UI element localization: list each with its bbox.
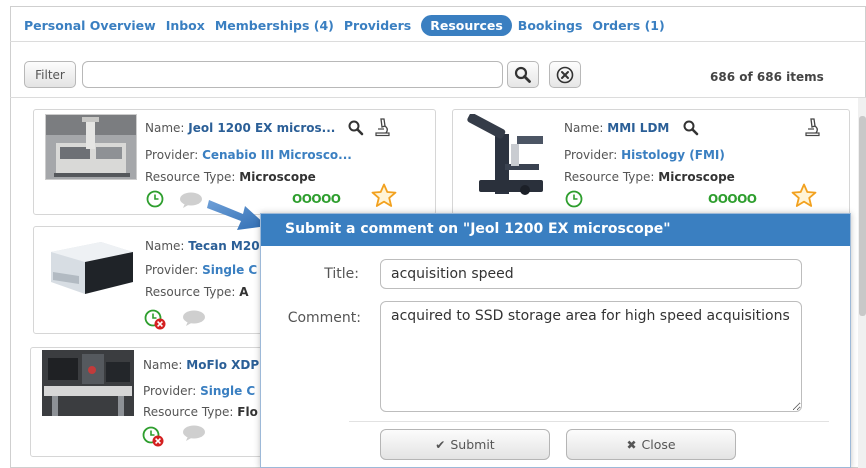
microscope-icon[interactable] (373, 117, 391, 137)
resource-name-link[interactable]: Jeol 1200 EX micros... (188, 121, 335, 135)
resource-name-field: Name: Tecan M20 (145, 239, 260, 253)
resource-name-field: Name: MMI LDM (564, 121, 670, 135)
search-icon[interactable] (683, 120, 699, 136)
resource-name-link[interactable]: MoFlo XDP (186, 358, 259, 372)
search-button[interactable] (507, 61, 539, 88)
microscope-photo (46, 115, 136, 179)
tab-memberships[interactable]: Memberships (4) (215, 15, 334, 36)
rating-dots[interactable]: OOOOO (708, 192, 757, 206)
tab-providers[interactable]: Providers (344, 15, 411, 36)
unavailable-clock-icon[interactable] (142, 426, 166, 448)
resource-name-link[interactable]: Tecan M20 (188, 239, 259, 253)
provider-link[interactable]: Histology (FMI) (621, 148, 725, 162)
provider-field: Provider: Single C (145, 263, 258, 277)
resource-type-field: Resource Type: A (145, 285, 249, 299)
title-input[interactable] (380, 259, 802, 289)
resource-name-link[interactable]: MMI LDM (607, 121, 669, 135)
favorite-star-icon[interactable] (791, 183, 817, 208)
comment-dialog: Submit a comment on "Jeol 1200 EX micros… (260, 213, 851, 468)
comment-label: Comment: (287, 310, 361, 326)
dialog-separator (349, 421, 829, 422)
tab-personal-overview[interactable]: Personal Overview (24, 15, 156, 36)
close-button[interactable]: ✖ Close (566, 429, 736, 460)
provider-field: Provider: Histology (FMI) (564, 148, 725, 162)
microscope-icon[interactable] (803, 117, 821, 137)
list-divider (10, 97, 866, 98)
submit-button[interactable]: ✔ Submit (380, 429, 550, 460)
provider-link[interactable]: Single C (202, 263, 257, 277)
resource-thumbnail[interactable] (42, 350, 134, 416)
availability-clock-icon[interactable] (565, 190, 583, 208)
search-icon (514, 66, 531, 83)
sorter-photo (42, 350, 134, 416)
resource-name-field: Name: Jeol 1200 EX micros... (145, 121, 336, 135)
main-tabs: Personal Overview Inbox Memberships (4) … (24, 12, 675, 38)
provider-field: Provider: Cenabio III Microsco... (145, 148, 352, 162)
clear-icon (556, 66, 574, 83)
provider-link[interactable]: Cenabio III Microsco... (202, 148, 352, 162)
provider-field: Provider: Single C (143, 384, 256, 398)
resource-thumbnail[interactable] (45, 232, 137, 298)
search-icon[interactable] (348, 120, 364, 136)
resource-thumbnail[interactable] (45, 114, 137, 180)
filter-button[interactable]: Filter (24, 61, 76, 88)
favorite-star-icon[interactable] (371, 183, 397, 208)
filter-input[interactable] (82, 61, 503, 88)
resource-type-field: Resource Type: Microscope (564, 170, 735, 184)
comment-icon[interactable] (179, 192, 203, 208)
tab-inbox[interactable]: Inbox (166, 15, 205, 36)
resource-name-field: Name: MoFlo XDP (143, 358, 260, 372)
comment-textarea[interactable]: acquired to SSD storage area for high sp… (380, 301, 802, 412)
rating-dots[interactable]: OOOOO (292, 192, 341, 206)
resource-thumbnail[interactable] (465, 114, 557, 206)
plate-reader-photo (45, 232, 137, 298)
tab-divider (10, 41, 866, 42)
tab-resources[interactable]: Resources (421, 14, 512, 36)
resource-type-field: Resource Type: Flo (143, 405, 258, 419)
unavailable-clock-icon[interactable] (144, 309, 168, 331)
tab-bookings[interactable]: Bookings (518, 15, 583, 36)
provider-link[interactable]: Single C (200, 384, 255, 398)
tab-orders[interactable]: Orders (1) (592, 15, 664, 36)
scrollbar-thumb[interactable] (859, 116, 866, 316)
close-icon: ✖ (626, 437, 637, 452)
availability-clock-icon[interactable] (146, 190, 164, 208)
clear-filter-button[interactable] (549, 61, 581, 88)
resource-type-field: Resource Type: Microscope (145, 170, 316, 184)
item-count: 686 of 686 items (710, 70, 824, 84)
title-label: Title: (324, 266, 359, 282)
comment-icon[interactable] (182, 310, 206, 326)
microscope-photo (465, 114, 557, 206)
dialog-title: Submit a comment on "Jeol 1200 EX micros… (261, 214, 850, 246)
comment-icon[interactable] (182, 425, 206, 441)
checkmark-icon: ✔ (435, 437, 446, 452)
